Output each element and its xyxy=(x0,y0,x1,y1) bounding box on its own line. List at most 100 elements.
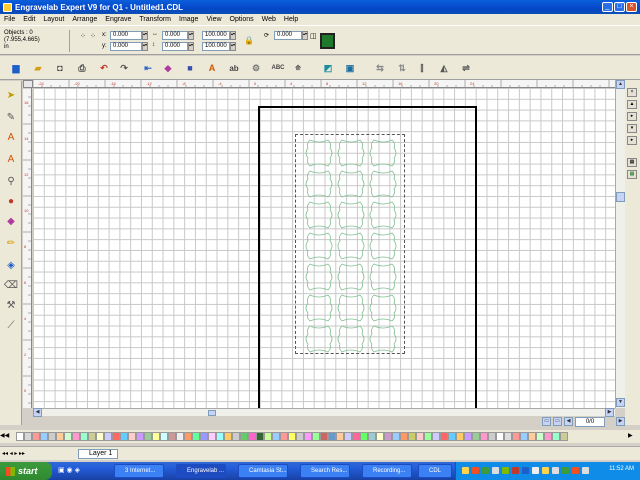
engrave-tool-icon[interactable]: ⚒ xyxy=(3,297,19,313)
height-field[interactable]: 0.000 xyxy=(162,42,188,51)
shield-shape[interactable] xyxy=(337,263,365,291)
menu-view[interactable]: View xyxy=(206,16,221,23)
panel-grid-icon[interactable]: ▦ xyxy=(627,158,637,167)
text-edit-icon[interactable]: ab xyxy=(226,60,242,76)
horizontal-scrollbar[interactable]: ◀ ▶ xyxy=(33,408,615,417)
palette-swatch[interactable] xyxy=(64,432,72,441)
menu-transform[interactable]: Transform xyxy=(139,16,171,23)
menu-help[interactable]: Help xyxy=(284,16,298,23)
palette-swatch[interactable] xyxy=(336,432,344,441)
scale-y-spinner[interactable]: ▴▾ xyxy=(230,42,236,51)
node-edit-tool-icon[interactable]: ✎ xyxy=(3,109,19,125)
art-text-tool-icon[interactable]: A xyxy=(3,151,19,167)
vertical-scroll-thumb[interactable] xyxy=(616,192,625,202)
close-button[interactable]: × xyxy=(626,2,637,12)
palette-swatch[interactable] xyxy=(544,432,552,441)
panel-down-icon[interactable]: ▾ xyxy=(627,124,637,133)
page-prev-icon[interactable]: ▭ xyxy=(553,417,562,426)
palette-swatch[interactable] xyxy=(272,432,280,441)
palette-swatch[interactable] xyxy=(16,432,24,441)
palette-swatch[interactable] xyxy=(424,432,432,441)
eraser-tool-icon[interactable]: ⌫ xyxy=(3,277,19,293)
menu-edit[interactable]: Edit xyxy=(23,16,35,23)
palette-swatch[interactable] xyxy=(104,432,112,441)
shield-shape[interactable] xyxy=(305,170,333,198)
tray-icon-4[interactable] xyxy=(492,467,499,474)
tray-icon-2[interactable] xyxy=(472,467,479,474)
palette-swatch[interactable] xyxy=(48,432,56,441)
palette-swatch[interactable] xyxy=(392,432,400,441)
palette-swatch[interactable] xyxy=(224,432,232,441)
polygon-tool-icon[interactable]: ◆ xyxy=(3,213,19,229)
palette-swatch[interactable] xyxy=(368,432,376,441)
menu-options[interactable]: Options xyxy=(230,16,254,23)
mirror-icon[interactable]: ◫ xyxy=(310,32,320,42)
palette-swatch[interactable] xyxy=(248,432,256,441)
y-spinner[interactable]: ▴▾ xyxy=(142,42,148,51)
tray-icon-1[interactable] xyxy=(462,467,469,474)
tray-icon-9[interactable] xyxy=(542,467,549,474)
taskbar-item-engravelab[interactable]: Engravelab ... xyxy=(176,464,226,478)
palette-swatch[interactable] xyxy=(560,432,568,441)
palette-swatch[interactable] xyxy=(520,432,528,441)
panel-expand-icon[interactable]: ▸ xyxy=(627,136,637,145)
print-icon[interactable]: ⎙ xyxy=(74,60,90,76)
width-field[interactable]: 0.000 xyxy=(162,31,188,40)
shield-shape[interactable] xyxy=(337,139,365,167)
drawing-canvas[interactable] xyxy=(33,88,615,408)
palette-swatch[interactable] xyxy=(144,432,152,441)
shield-shape[interactable] xyxy=(305,325,333,353)
palette-swatch[interactable] xyxy=(168,432,176,441)
tray-icon-7[interactable] xyxy=(522,467,529,474)
palette-swatch[interactable] xyxy=(72,432,80,441)
shield-shape[interactable] xyxy=(305,139,333,167)
page-counter[interactable]: 0/0 xyxy=(575,417,605,427)
menu-file[interactable]: File xyxy=(4,16,15,23)
text-tool-icon[interactable]: A xyxy=(3,129,19,145)
arrange-icon[interactable]: ⇌ xyxy=(458,60,474,76)
tray-icon-8[interactable] xyxy=(532,467,539,474)
layer-tab[interactable]: Layer 1 xyxy=(78,449,118,459)
anchor-points-icon[interactable]: ⁘ xyxy=(90,32,100,42)
open-file-icon[interactable]: ▰ xyxy=(30,60,46,76)
palette-swatch[interactable] xyxy=(488,432,496,441)
palette-swatch[interactable] xyxy=(312,432,320,441)
palette-swatch[interactable] xyxy=(456,432,464,441)
palette-swatch[interactable] xyxy=(384,432,392,441)
redo-icon[interactable]: ↷ xyxy=(116,60,132,76)
tray-icon-3[interactable] xyxy=(482,467,489,474)
vertical-scrollbar[interactable]: ▲ ▼ xyxy=(615,80,625,408)
tray-icon-13[interactable] xyxy=(582,467,589,474)
shield-shape[interactable] xyxy=(337,325,365,353)
palette-swatch[interactable] xyxy=(472,432,480,441)
shield-shape[interactable] xyxy=(369,170,397,198)
palette-swatch[interactable] xyxy=(280,432,288,441)
shape-edit-icon[interactable]: ⚙ xyxy=(248,60,264,76)
taskbar-item-internet[interactable]: 3 Internet... xyxy=(114,464,164,478)
palette-swatch[interactable] xyxy=(240,432,248,441)
tray-icon-10[interactable] xyxy=(552,467,559,474)
palette-swatch[interactable] xyxy=(360,432,368,441)
palette-swatch[interactable] xyxy=(344,432,352,441)
palette-swatch[interactable] xyxy=(88,432,96,441)
taskbar-item-search[interactable]: Search Res... xyxy=(300,464,350,478)
select-tool-icon[interactable]: ➤ xyxy=(3,87,19,103)
shield-shape[interactable] xyxy=(337,201,365,229)
palette-swatch[interactable] xyxy=(80,432,88,441)
shield-shape[interactable] xyxy=(369,139,397,167)
palette-swatch[interactable] xyxy=(288,432,296,441)
lock-ratio-icon[interactable]: 🔒 xyxy=(244,36,254,46)
palette-swatch[interactable] xyxy=(40,432,48,441)
palette-swatch[interactable] xyxy=(296,432,304,441)
palette-swatch[interactable] xyxy=(32,432,40,441)
palette-swatch[interactable] xyxy=(184,432,192,441)
shield-shape[interactable] xyxy=(369,201,397,229)
flip-icon[interactable]: ⫿ xyxy=(414,60,430,76)
taskbar-item-recording[interactable]: Recording... xyxy=(362,464,412,478)
palette-swatch[interactable] xyxy=(552,432,560,441)
palette-swatch[interactable] xyxy=(440,432,448,441)
shield-shape[interactable] xyxy=(305,263,333,291)
shield-shape[interactable] xyxy=(305,294,333,322)
scale-y-field[interactable]: 100.000 xyxy=(202,42,230,51)
vertical-ruler[interactable]: 16 14 12 10 8 6 4 2 0 xyxy=(23,88,32,408)
